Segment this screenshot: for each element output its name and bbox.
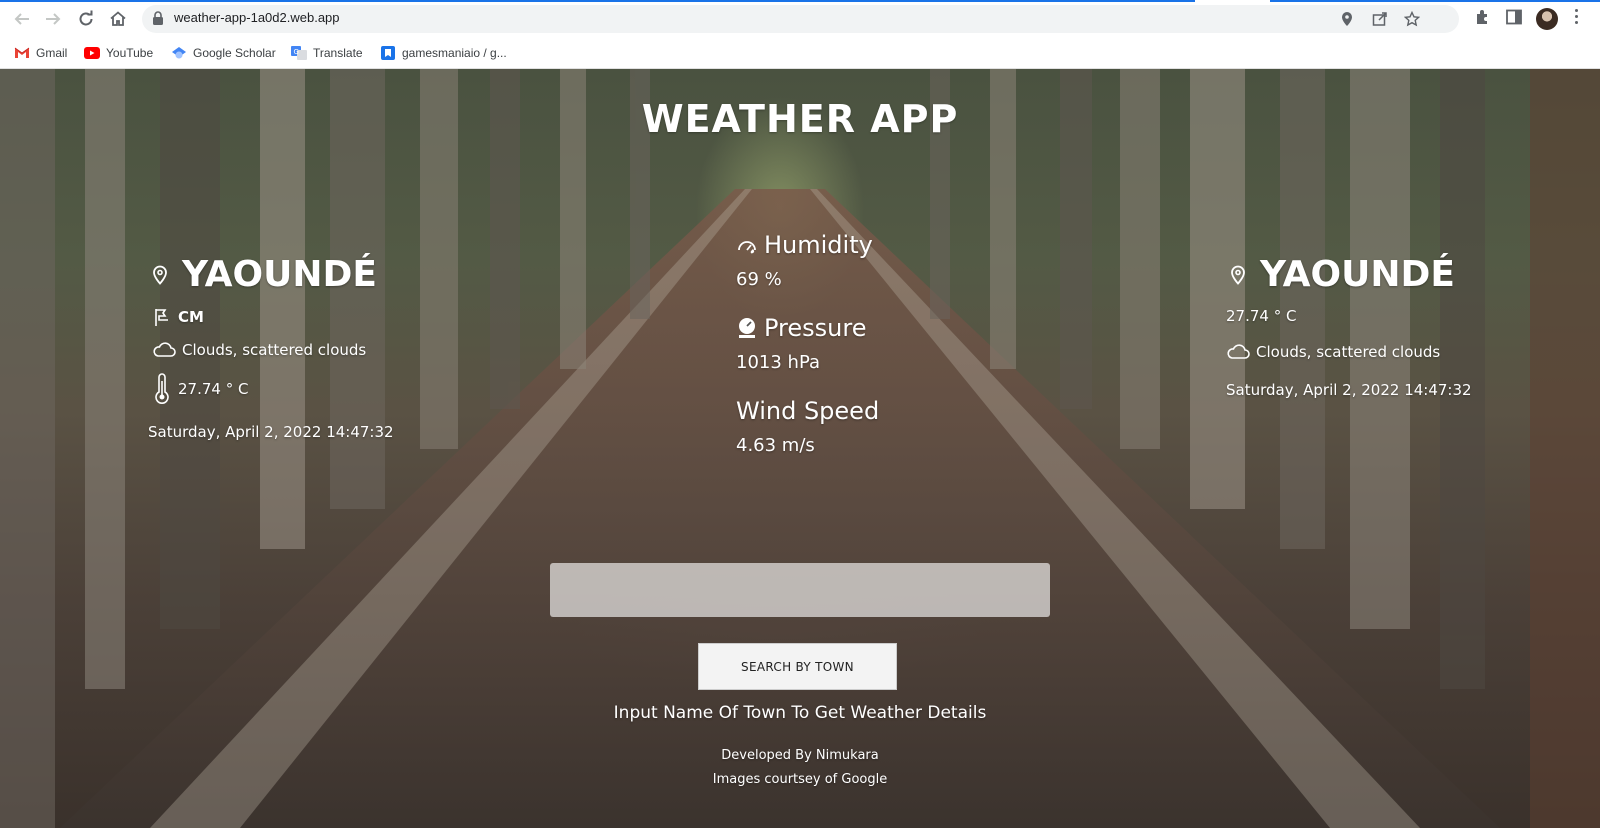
right-weather-card: YAOUNDÉ 27.74 ° C Clouds, scattered clou… [1226,254,1472,399]
humidity-label: Humidity [764,231,873,259]
share-icon[interactable] [1372,11,1388,31]
gmail-icon [14,45,30,61]
bookmark-star-icon[interactable] [1403,10,1421,31]
town-search-input[interactable] [550,563,1050,617]
bookmarks-bar: Gmail YouTube Google Scholar G Translate… [0,38,1600,69]
back-icon[interactable] [10,7,34,31]
center-weather-card: Humidity 69 % Pressure 1013 hPa Wind Spe… [736,231,879,456]
pressure-value: 1013 hPa [736,352,821,373]
location-pin-icon [153,265,167,285]
translate-icon: G [291,45,307,61]
condition-text: Clouds, scattered clouds [182,341,367,359]
city-name: YAOUNDÉ [1260,254,1455,295]
bookmark-youtube[interactable]: YouTube [84,44,153,62]
weather-page: WEATHER APP YAOUNDÉ CM Clouds, scattered… [0,69,1600,828]
city-heading: YAOUNDÉ [152,254,394,295]
condition-row: Clouds, scattered clouds [1226,343,1472,361]
youtube-icon [84,45,100,61]
url-text: weather-app-1a0d2.web.app [174,10,340,25]
loading-bar [0,0,1195,2]
lock-icon [152,11,164,30]
loading-bar-tail [1270,0,1600,2]
pressure-label: Pressure [764,314,867,342]
home-icon[interactable] [106,7,130,31]
wind-label: Wind Speed [736,397,880,425]
gauge-icon [738,241,756,254]
bookmark-gmail[interactable]: Gmail [14,44,67,62]
app-title: WEATHER APP [641,97,959,141]
temperature-text: 27.74 ° C [1226,307,1297,325]
svg-text:G: G [294,48,299,56]
address-bar[interactable]: weather-app-1a0d2.web.app [142,5,1459,33]
developer-credit: Developed By Nimukara [721,748,879,763]
search-by-town-button[interactable]: SEARCH BY TOWN [698,643,897,690]
left-weather-card: YAOUNDÉ CM Clouds, scattered clouds 27.7… [148,254,394,441]
bookmark-icon [380,45,396,61]
condition-row: Clouds, scattered clouds [152,341,394,359]
temperature-text: 27.74 ° C [178,380,249,398]
barometer-icon [739,318,755,338]
date-text: Saturday, April 2, 2022 14:47:32 [148,423,394,441]
bookmark-label: YouTube [106,46,154,60]
scholar-icon [171,45,187,61]
extensions-icon[interactable] [1474,8,1492,30]
cloud-icon [153,342,176,357]
browser-toolbar: weather-app-1a0d2.web.app [0,0,1600,38]
humidity-heading: Humidity [736,231,879,259]
bookmark-gamesmaniaio[interactable]: gamesmaniaio / g... [380,44,507,62]
thermometer-icon [155,373,169,404]
wind-heading: Wind Speed [736,397,879,425]
flag-icon [155,309,168,326]
cloud-icon [1227,344,1250,359]
country-row: CM [152,307,394,327]
images-credit: Images courtsey of Google [712,772,888,787]
bookmark-label: gamesmaniaio / g... [402,46,507,60]
menu-icon[interactable] [1575,9,1579,27]
city-heading: YAOUNDÉ [1230,254,1472,295]
date-text: Saturday, April 2, 2022 14:47:32 [1226,381,1472,399]
forward-icon[interactable] [41,7,65,31]
bookmark-translate[interactable]: G Translate [291,44,363,62]
bookmark-label: Translate [313,46,363,60]
bookmark-google-scholar[interactable]: Google Scholar [171,44,276,62]
profile-avatar[interactable] [1536,8,1558,30]
wind-value: 4.63 m/s [736,435,815,456]
country-code: CM [178,308,204,326]
condition-text: Clouds, scattered clouds [1256,343,1441,361]
bookmark-label: Google Scholar [193,46,276,60]
city-name: YAOUNDÉ [182,254,377,295]
location-icon[interactable] [1340,11,1354,31]
reload-icon[interactable] [74,7,98,31]
pressure-heading: Pressure [736,314,879,342]
location-pin-icon [1231,265,1245,285]
humidity-value: 69 % [736,269,782,290]
temperature-row: 27.74 ° C [152,373,394,405]
search-hint: Input Name Of Town To Get Weather Detail… [613,703,987,723]
bookmark-label: Gmail [36,46,68,60]
side-panel-icon[interactable] [1505,8,1523,30]
